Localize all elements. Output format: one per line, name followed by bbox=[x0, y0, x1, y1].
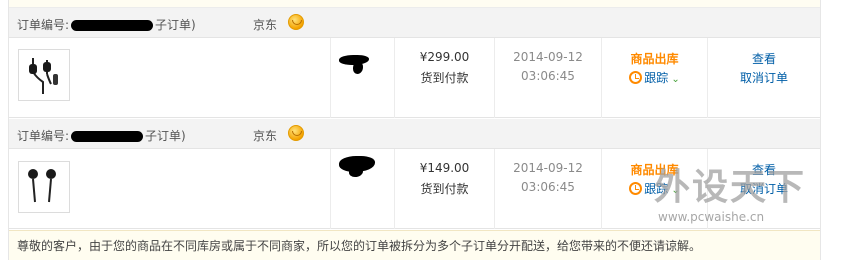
order-number-suffix: 子订单) bbox=[155, 18, 196, 32]
order-status: 商品出库 bbox=[630, 52, 679, 66]
consignee-cell bbox=[331, 38, 395, 118]
track-link[interactable]: 跟踪 ⌄ bbox=[602, 69, 707, 86]
product-thumbnail[interactable] bbox=[18, 161, 70, 213]
consignee-cell bbox=[331, 149, 395, 229]
order-number: 订单编号: 子订单) bbox=[17, 16, 196, 33]
view-order-link[interactable]: 查看 bbox=[708, 50, 820, 67]
order-number-label: 订单编号: bbox=[17, 129, 70, 143]
shop-coin-icon[interactable] bbox=[288, 125, 304, 141]
earphone-icon bbox=[28, 169, 56, 203]
track-link[interactable]: 跟踪 ⌄ bbox=[602, 180, 707, 197]
order-row: ¥299.00 货到付款 2014-09-12 03:06:45 商品出库 跟踪… bbox=[9, 38, 820, 118]
cancel-order-link[interactable]: 取消订单 bbox=[708, 180, 820, 197]
amount-cell: ¥299.00 货到付款 bbox=[395, 38, 495, 118]
order-time: 03:06:45 bbox=[521, 180, 575, 194]
order-price: ¥299.00 bbox=[419, 50, 470, 64]
redacted-consignee-mark bbox=[353, 62, 363, 74]
track-label: 跟踪 bbox=[644, 71, 669, 85]
chevron-down-icon: ⌄ bbox=[671, 74, 680, 85]
order-header: 订单编号: 子订单) 京东 bbox=[9, 8, 820, 38]
redacted-consignee-mark bbox=[349, 167, 363, 177]
view-order-link[interactable]: 查看 bbox=[708, 161, 820, 178]
action-cell: 查看 取消订单 bbox=[708, 38, 820, 118]
chevron-down-icon: ⌄ bbox=[671, 185, 680, 196]
order-row: ¥149.00 货到付款 2014-09-12 03:06:45 商品出库 跟踪… bbox=[9, 149, 820, 229]
redacted-order-number bbox=[71, 20, 154, 31]
order-price: ¥149.00 bbox=[419, 161, 470, 175]
shop-name: 京东 bbox=[253, 18, 278, 32]
track-label: 跟踪 bbox=[644, 182, 669, 196]
order-number-label: 订单编号: bbox=[17, 18, 70, 32]
product-cell bbox=[9, 149, 331, 229]
redacted-order-number bbox=[71, 131, 144, 142]
clock-icon bbox=[629, 71, 643, 84]
earphone-icon bbox=[29, 58, 58, 94]
top-strip bbox=[9, 0, 820, 8]
time-cell: 2014-09-12 03:06:45 bbox=[495, 38, 602, 118]
order-number: 订单编号: 子订单) bbox=[17, 127, 186, 144]
payment-method: 货到付款 bbox=[420, 182, 469, 196]
action-cell: 查看 取消订单 bbox=[708, 149, 820, 229]
payment-method: 货到付款 bbox=[420, 71, 469, 85]
order-date: 2014-09-12 bbox=[513, 50, 583, 64]
order-list: 订单编号: 子订单) 京东 ¥299.00 货到付款 2014-09-12 03… bbox=[8, 0, 821, 260]
cancel-order-link[interactable]: 取消订单 bbox=[708, 69, 820, 86]
product-cell bbox=[9, 38, 331, 118]
shop-name: 京东 bbox=[253, 129, 278, 143]
time-cell: 2014-09-12 03:06:45 bbox=[495, 149, 602, 229]
order-time: 03:06:45 bbox=[521, 69, 575, 83]
order-number-suffix: 子订单) bbox=[145, 129, 186, 143]
product-thumbnail[interactable] bbox=[18, 49, 70, 101]
split-order-notice: 尊敬的客户，由于您的商品在不同库房或属于不同商家，所以您的订单被拆分为多个子订单… bbox=[9, 230, 820, 260]
status-cell: 商品出库 跟踪 ⌄ bbox=[602, 38, 708, 118]
shop-coin-icon[interactable] bbox=[288, 14, 304, 30]
status-cell: 商品出库 跟踪 ⌄ bbox=[602, 149, 708, 229]
order-header: 订单编号: 子订单) 京东 bbox=[9, 119, 820, 149]
clock-icon bbox=[629, 182, 643, 195]
order-date: 2014-09-12 bbox=[513, 161, 583, 175]
amount-cell: ¥149.00 货到付款 bbox=[395, 149, 495, 229]
order-status: 商品出库 bbox=[630, 163, 679, 177]
